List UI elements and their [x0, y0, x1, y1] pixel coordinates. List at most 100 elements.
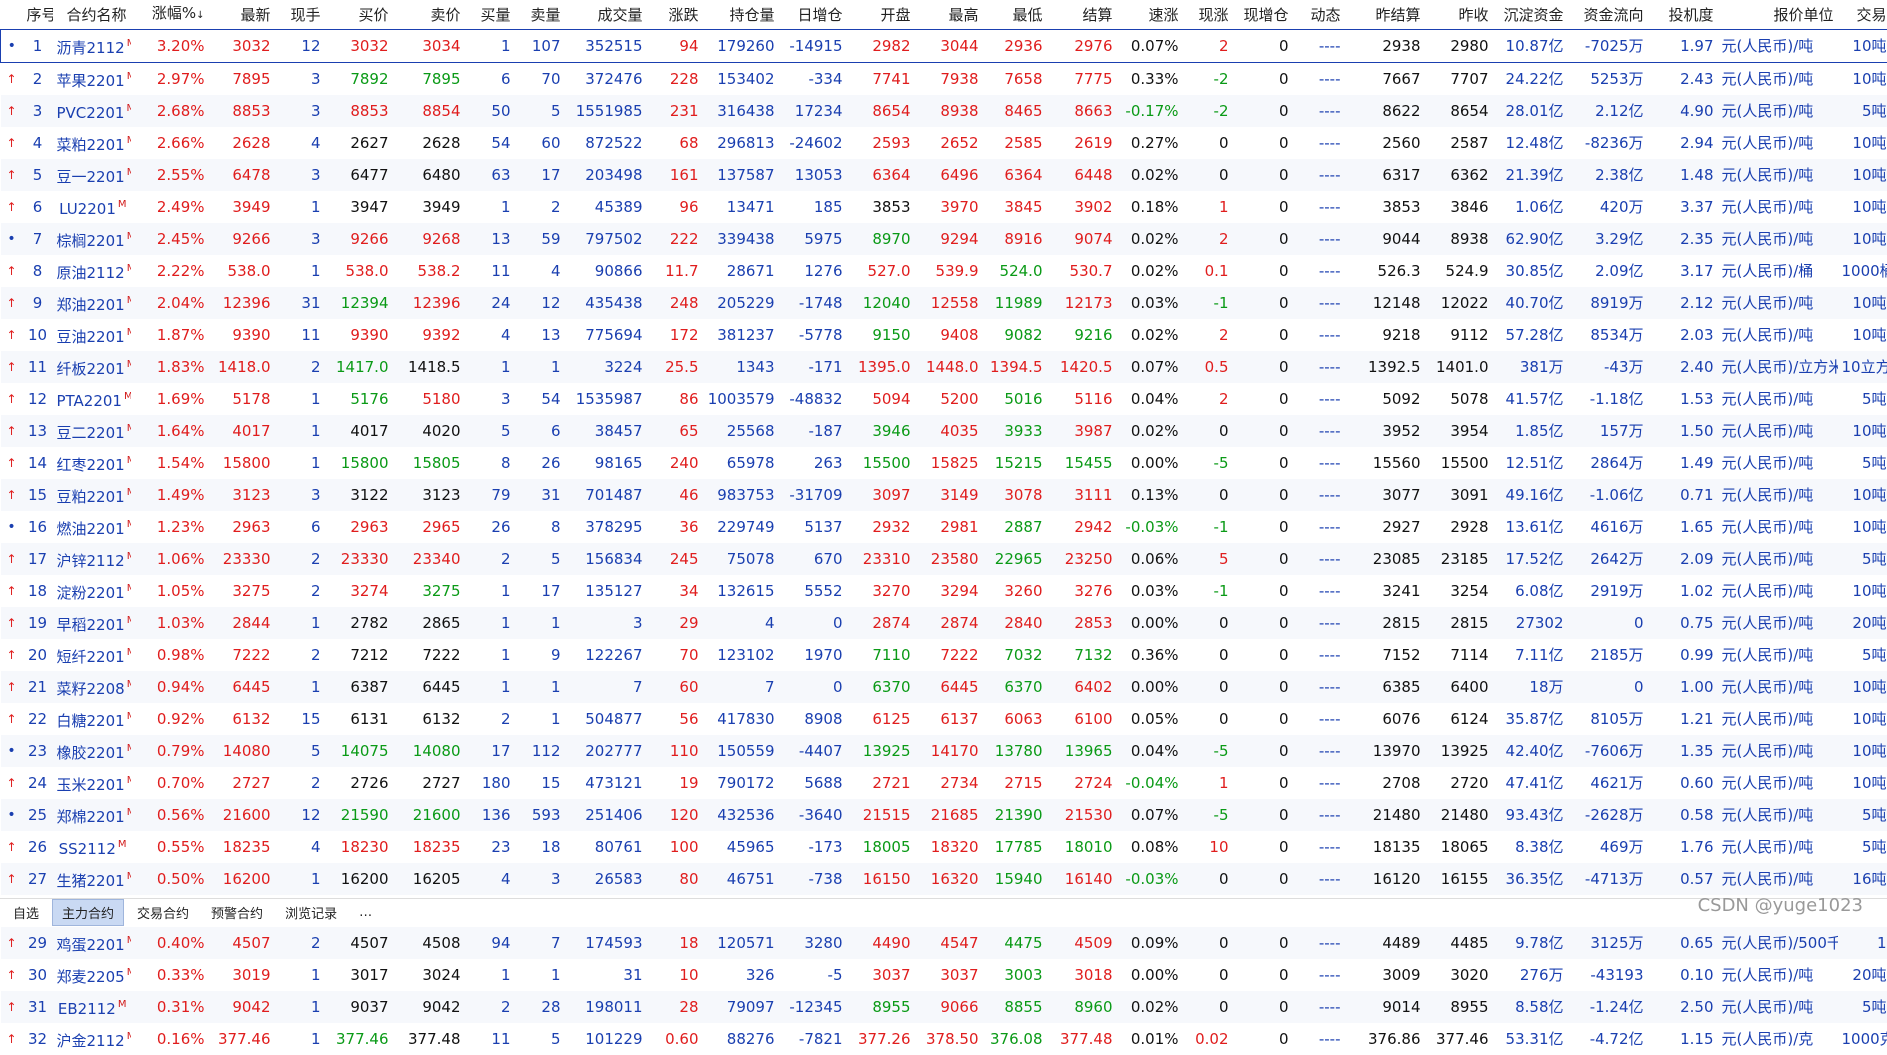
contract-name[interactable]: 郑油2201	[57, 296, 125, 314]
header-col-open[interactable]: 开盘	[847, 0, 915, 30]
header-col-speed[interactable]: 速涨	[1117, 0, 1183, 30]
table-row[interactable]: ↑5豆一2201M2.55%64783647764806317203498161…	[1, 159, 1887, 191]
header-col-bid-vol[interactable]: 买量	[465, 0, 515, 30]
table-row[interactable]: •23橡胶2201M0.79%1408051407514080171122027…	[1, 735, 1887, 767]
contract-name[interactable]: PVC2201	[57, 104, 125, 122]
table-row[interactable]: ↑14红枣2201M1.54%1580011580015805826981652…	[1, 447, 1887, 479]
header-col-daily-oi-change[interactable]: 日增仓	[779, 0, 847, 30]
header-col-low[interactable]: 最低	[983, 0, 1047, 30]
table-row[interactable]: •7棕榈2201M2.45%92663926692681359797502222…	[1, 223, 1887, 255]
contract-name[interactable]: 鸡蛋2201	[57, 936, 125, 954]
table-row[interactable]: ↑18淀粉2201M1.05%3275232743275117135127341…	[1, 575, 1887, 607]
header-col-volume[interactable]: 成交量	[565, 0, 647, 30]
cell-prev-settle: 5092	[1345, 383, 1425, 415]
contract-name[interactable]: 郑棉2201	[57, 808, 125, 826]
table-row[interactable]: •16燃油2201M1.23%2963629632965268378295362…	[1, 511, 1887, 543]
contract-name[interactable]: 菜籽2208	[57, 680, 125, 698]
table-row[interactable]: ↑13豆二2201M1.64%4017140174020563845765255…	[1, 415, 1887, 447]
contract-name[interactable]: 郑麦2205	[57, 968, 125, 986]
table-row[interactable]: ↑20短纤2201M0.98%7222272127222191222677012…	[1, 639, 1887, 671]
header-col-fund-flow[interactable]: 资金流向	[1568, 0, 1648, 30]
header-col-prev-settle[interactable]: 昨结算	[1345, 0, 1425, 30]
contract-name[interactable]: 棕榈2201	[57, 232, 125, 250]
contract-name[interactable]: PTA2201	[57, 392, 122, 410]
header-col-high[interactable]: 最高	[915, 0, 983, 30]
header-col-index[interactable]: 序号	[23, 0, 53, 30]
contract-name[interactable]: 豆二2201	[57, 424, 125, 442]
header-col-last[interactable]: 最新	[209, 0, 275, 30]
contract-name[interactable]: 纤板2201	[57, 360, 125, 378]
contract-name[interactable]: 原油2112	[57, 264, 125, 282]
tab-watchlist[interactable]: 自选	[4, 900, 48, 925]
contract-name[interactable]: LU2201	[59, 200, 116, 218]
header-col-bid[interactable]: 买价	[325, 0, 393, 30]
contract-name[interactable]: 豆油2201	[57, 328, 125, 346]
table-row[interactable]: ↑17沪锌2112M1.06%2333022333023340251568342…	[1, 543, 1887, 575]
contract-name[interactable]: EB2112	[58, 1000, 116, 1018]
contract-name[interactable]: 淀粉2201	[57, 584, 125, 602]
table-row[interactable]: ↑15豆粕2201M1.49%3123331223123793170148746…	[1, 479, 1887, 511]
contract-name[interactable]: 红枣2201	[57, 456, 125, 474]
table-row[interactable]: ↑26SS2112M0.55%1823541823018235231880761…	[1, 831, 1887, 863]
table-row[interactable]: ↑12PTA2201M1.69%517815176518035415359878…	[1, 383, 1887, 415]
header-col-open-interest[interactable]: 持仓量	[703, 0, 779, 30]
table-row[interactable]: ↑27生猪2201M0.50%1620011620016205432658380…	[1, 863, 1887, 895]
contract-name[interactable]: 苹果2201	[57, 72, 125, 90]
header-col-diff[interactable]: 涨跌	[647, 0, 703, 30]
table-row[interactable]: •25郑棉2201M0.56%2160012215902160013659325…	[1, 799, 1887, 831]
header-col-current-oi[interactable]: 现增仓	[1233, 0, 1293, 30]
contract-name[interactable]: 豆粕2201	[57, 488, 125, 506]
table-row[interactable]: ↑10豆油2201M1.87%9390119390939241377569417…	[1, 319, 1887, 351]
contract-name[interactable]: 橡胶2201	[57, 744, 125, 762]
table-row[interactable]: ↑32沪金2112M0.16%377.461377.46377.48115101…	[1, 1023, 1887, 1055]
contract-name[interactable]: 玉米2201	[57, 776, 125, 794]
header-col-change-pct[interactable]: 涨幅%↓	[131, 0, 209, 30]
table-row[interactable]: ↑22白糖2201M0.92%6132156131613221504877564…	[1, 703, 1887, 735]
header-col-ask[interactable]: 卖价	[393, 0, 465, 30]
contract-name[interactable]: 豆一2201	[57, 168, 125, 186]
contract-name[interactable]: 菜粕2201	[57, 136, 125, 154]
table-row[interactable]: ↑8原油2112M2.22%538.01538.0538.21149086611…	[1, 255, 1887, 287]
cell-bid: 377.46	[325, 1023, 393, 1055]
contract-name[interactable]: 沪金2112	[57, 1032, 125, 1050]
header-col-dynamic[interactable]: 动态	[1293, 0, 1345, 30]
table-row[interactable]: ↑9郑油2201M2.04%12396311239412396241243543…	[1, 287, 1887, 319]
contract-name[interactable]: 生猪2201	[57, 872, 125, 890]
header-col-unit[interactable]: 报价单位	[1718, 0, 1838, 30]
table-row[interactable]: ↑11纤板2201M1.83%1418.021417.01418.5113224…	[1, 351, 1887, 383]
table-row[interactable]: ↑31EB2112M0.31%9042190379042228198011287…	[1, 991, 1887, 1023]
table-row[interactable]: ↑2苹果2201M2.97%78953789278956703724762281…	[1, 63, 1887, 96]
contract-name[interactable]: 白糖2201	[57, 712, 125, 730]
tab-trade-contracts[interactable]: 交易合约	[128, 900, 198, 925]
header-col-speculation[interactable]: 投机度	[1648, 0, 1718, 30]
contract-name[interactable]: SS2112	[59, 840, 116, 858]
table-row[interactable]: •1沥青2112M3.20%30321230323034110735251594…	[1, 30, 1887, 63]
table-row[interactable]: ↑6LU2201M2.49%39491394739491245389961347…	[1, 191, 1887, 223]
table-row[interactable]: ↑30郑麦2205M0.33%3019130173024113110326-53…	[1, 959, 1887, 991]
header-col-current-change[interactable]: 现涨	[1183, 0, 1233, 30]
tab-main-contracts[interactable]: 主力合约	[52, 899, 124, 926]
header-col-fund[interactable]: 沉淀资金	[1493, 0, 1568, 30]
contract-name[interactable]: 燃油2201	[57, 520, 125, 538]
header-col-ask-vol[interactable]: 卖量	[515, 0, 565, 30]
header-col-settle[interactable]: 结算	[1047, 0, 1117, 30]
table-row[interactable]: ↑3PVC2201M2.68%8853388538854505155198523…	[1, 95, 1887, 127]
tab-history[interactable]: 浏览记录	[276, 900, 346, 925]
table-row[interactable]: ↑21菜籽2208M0.94%6445163876445117607063706…	[1, 671, 1887, 703]
header-col-current-hand[interactable]: 现手	[275, 0, 325, 30]
table-row[interactable]: ↑19早稻2201M1.03%2844127822865113294028742…	[1, 607, 1887, 639]
tab-alert-contracts[interactable]: 预警合约	[202, 900, 272, 925]
tab-more[interactable]: …	[350, 902, 381, 923]
header-col-prev-close[interactable]: 昨收	[1425, 0, 1493, 30]
contract-name[interactable]: 沪锌2112	[57, 552, 125, 570]
contract-name[interactable]: 短纤2201	[57, 648, 125, 666]
table-row[interactable]: ↑4菜粕2201M2.66%26284262726285460872522682…	[1, 127, 1887, 159]
table-row[interactable]: ↑29鸡蛋2201M0.40%4507245074508947174593181…	[1, 927, 1887, 959]
cell-prev-settle: 3241	[1345, 575, 1425, 607]
header-col-trade[interactable]: 交易	[1838, 0, 1887, 30]
cell-current-hand: 12	[275, 30, 325, 63]
contract-name[interactable]: 沥青2112	[57, 39, 125, 57]
contract-name[interactable]: 早稻2201	[57, 616, 125, 634]
header-col-name[interactable]: 合约名称	[53, 0, 131, 30]
table-row[interactable]: ↑24玉米2201M0.70%2727227262727180154731211…	[1, 767, 1887, 799]
